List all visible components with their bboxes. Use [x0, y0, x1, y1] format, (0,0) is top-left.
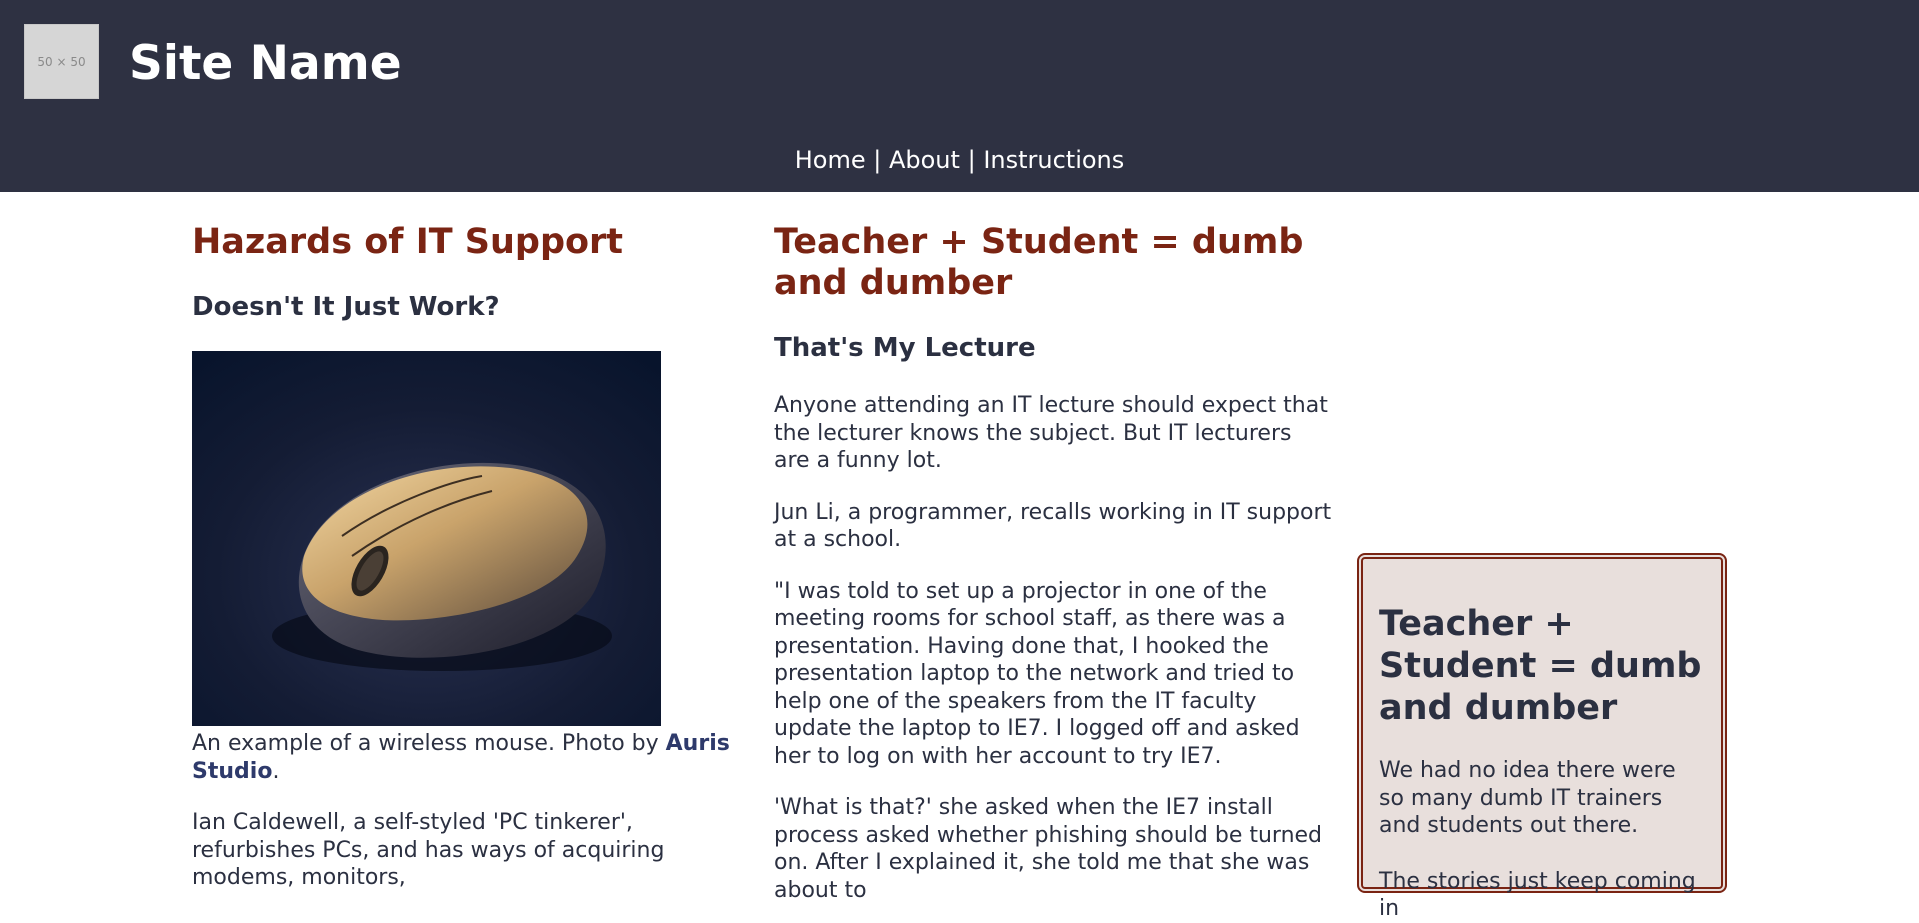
nav-separator: |	[967, 146, 976, 174]
article-hazards: Hazards of IT Support Doesn't It Just Wo…	[192, 222, 742, 892]
nav-instructions-link[interactable]: Instructions	[983, 146, 1124, 174]
callout-paragraph: The stories just keep coming in	[1379, 868, 1696, 922]
article-paragraph: Ian Caldewell, a self-styled 'PC tinkere…	[192, 810, 665, 890]
article-subtitle: That's My Lecture	[774, 333, 1036, 363]
article-teacher-student: Teacher + Student = dumb and dumber That…	[774, 222, 1334, 904]
site-header: 50 × 50 Site Name Home | About | Instruc…	[0, 0, 1919, 192]
logo-placeholder[interactable]: 50 × 50	[24, 24, 99, 99]
article-title: Hazards of IT Support	[192, 222, 624, 262]
article-paragraph: Jun Li, a programmer, recalls working in…	[774, 499, 1332, 553]
article-subtitle: Doesn't It Just Work?	[192, 292, 500, 322]
main-nav: Home | About | Instructions	[0, 142, 1919, 178]
wireless-mouse-photo	[192, 351, 661, 726]
nav-home-link[interactable]: Home	[795, 146, 866, 174]
sidebar-callout: Teacher + Student = dumb and dumber We h…	[1357, 553, 1727, 921]
callout-title: Teacher + Student = dumb and dumber	[1379, 604, 1702, 728]
callout-paragraph: We had no idea there were so many dumb I…	[1379, 758, 1676, 838]
article-paragraph: Anyone attending an IT lecture should ex…	[774, 393, 1328, 473]
site-name[interactable]: Site Name	[129, 34, 402, 94]
nav-about-link[interactable]: About	[889, 146, 960, 174]
article-paragraph: "I was told to set up a projector in one…	[774, 578, 1300, 769]
article-title: Teacher + Student = dumb and dumber	[774, 222, 1304, 303]
photo-caption: An example of a wireless mouse. Photo by…	[192, 730, 742, 785]
nav-separator: |	[873, 146, 882, 174]
caption-suffix: .	[272, 758, 280, 784]
caption-text: An example of a wireless mouse. Photo by	[192, 731, 666, 756]
article-paragraph: 'What is that?' she asked when the IE7 i…	[774, 795, 1323, 903]
